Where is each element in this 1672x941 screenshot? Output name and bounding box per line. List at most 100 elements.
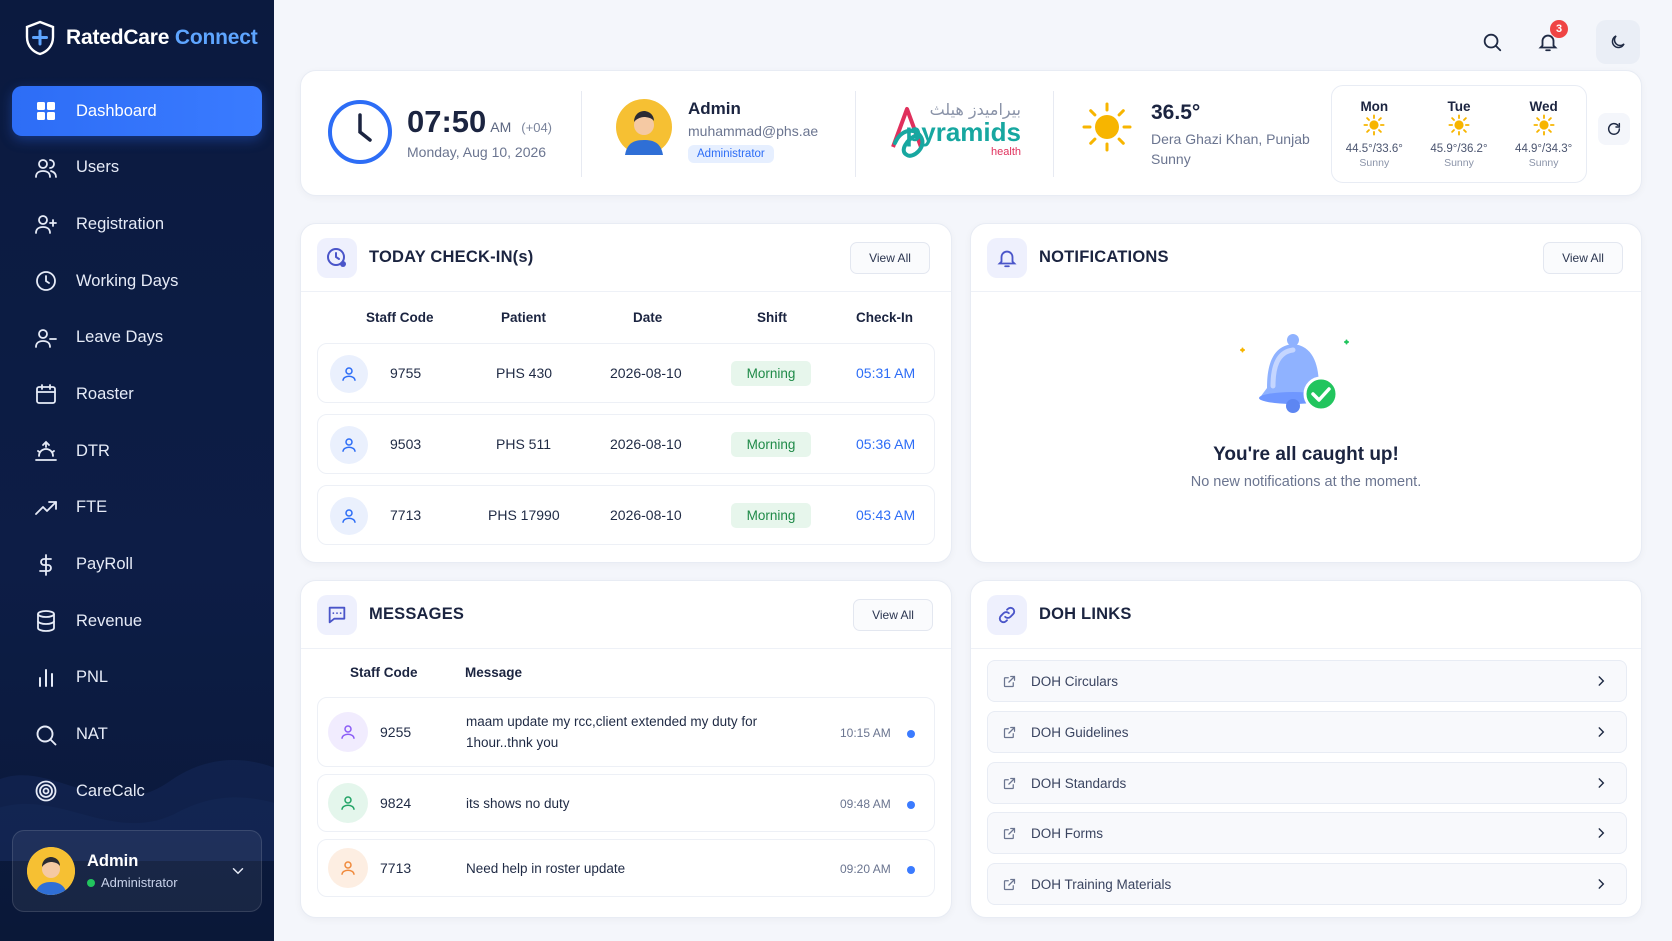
sidebar-item-dashboard[interactable]: Dashboard	[12, 86, 262, 136]
sidebar-item-carecalc[interactable]: CareCalc	[12, 766, 262, 816]
sidebar-item-label: Roaster	[76, 384, 134, 403]
unread-dot	[907, 730, 915, 738]
brand[interactable]: RatedCare Connect	[24, 20, 258, 56]
search-icon	[36, 725, 57, 746]
sidebar-item-label: PNL	[76, 668, 109, 687]
admin-email: muhammad@phs.ae	[688, 123, 819, 139]
forecast-day: Mon 44.5°/33.6° Sunny	[1345, 99, 1403, 169]
weather-condition: Sunny	[1151, 151, 1191, 167]
staff-code: 9503	[390, 436, 422, 452]
bell-check-illustration	[1240, 334, 1349, 413]
chevron-down-icon[interactable]	[229, 862, 247, 880]
link-label: DOH Training Materials	[1031, 876, 1172, 892]
table-row[interactable]: 9503 PHS 511 2026-08-10 Morning 05:36 AM	[317, 414, 935, 474]
doh-link-forms[interactable]: DOH Forms	[987, 812, 1627, 854]
notifications-header: NOTIFICATIONS View All	[971, 224, 1641, 292]
sun-icon	[1363, 114, 1385, 136]
search-button[interactable]	[1470, 20, 1514, 64]
current-date: Monday, Aug 10, 2026	[407, 144, 547, 160]
sidebar-item-revenue[interactable]: Revenue	[12, 596, 262, 646]
database-icon	[37, 610, 55, 633]
section-title: DOH LINKS	[1039, 605, 1132, 623]
doh-link-training-materials[interactable]: DOH Training Materials	[987, 863, 1627, 905]
section-title: NOTIFICATIONS	[1039, 248, 1169, 266]
header-card: 07:50 AM (+04) Monday, Aug 10, 2026 Admin …	[300, 70, 1642, 196]
time-ampm: AM	[490, 119, 512, 135]
admin-avatar	[616, 99, 672, 155]
column-header: Check-In	[856, 310, 914, 325]
sidebar-nav: Dashboard Users Registration Working Day…	[12, 86, 262, 823]
unread-dot	[907, 801, 915, 809]
notifications-view-all-button[interactable]: View All	[1543, 242, 1623, 274]
dollar-icon	[39, 553, 52, 576]
message-row[interactable]: 7713 Need help in roster update 09:20 AM	[317, 839, 935, 897]
checkins-view-all-button[interactable]: View All	[850, 242, 930, 274]
sidebar-item-payroll[interactable]: PayRoll	[12, 540, 262, 590]
theme-toggle-button[interactable]	[1596, 20, 1640, 64]
divider	[581, 91, 582, 177]
date: 2026-08-10	[610, 365, 682, 381]
patient: PHS 511	[496, 436, 551, 452]
refresh-icon	[1607, 122, 1621, 135]
table-row[interactable]: 7713 PHS 17990 2026-08-10 Morning 05:43 …	[317, 485, 935, 545]
divider	[855, 91, 856, 177]
sidebar-item-users[interactable]: Users	[12, 143, 262, 193]
temperature: 36.5°	[1151, 101, 1201, 124]
link-label: DOH Standards	[1031, 775, 1127, 791]
avatar	[27, 847, 75, 895]
sidebar-item-dtr[interactable]: DTR	[12, 426, 262, 476]
sidebar-item-nat[interactable]: NAT	[12, 710, 262, 760]
dashboard-icon	[37, 102, 55, 120]
message-row[interactable]: 9255 maam update my rcc,client extended …	[317, 697, 935, 767]
bell-icon	[987, 238, 1027, 278]
doh-link-circulars[interactable]: DOH Circulars	[987, 660, 1627, 702]
moon-icon	[1611, 35, 1625, 49]
doh-link-guidelines[interactable]: DOH Guidelines	[987, 711, 1627, 753]
weather-widget: 36.5° Dera Ghazi Khan, Punjab Sunny	[1081, 101, 1310, 167]
column-header: Message	[465, 665, 523, 680]
notifications-button[interactable]: 3	[1526, 20, 1570, 64]
doh-links-card: DOH LINKS DOH Circulars DOH Guidelines D…	[970, 580, 1642, 918]
sidebar-item-pnl[interactable]: PNL	[12, 653, 262, 703]
sidebar-item-registration[interactable]: Registration	[12, 199, 262, 249]
message-row[interactable]: 9824 its shows no duty 09:48 AM	[317, 774, 935, 832]
sidebar-item-label: Dashboard	[76, 101, 157, 120]
messages-view-all-button[interactable]: View All	[853, 599, 933, 631]
sidebar-item-roaster[interactable]: Roaster	[12, 369, 262, 419]
divider	[1053, 91, 1054, 177]
sidebar-item-label: Registration	[76, 214, 165, 233]
chevron-right-icon	[1598, 778, 1605, 788]
checkin-time: 05:43 AM	[856, 507, 916, 523]
sidebar-item-leave-days[interactable]: Leave Days	[12, 313, 262, 363]
checkin-time: 05:31 AM	[856, 365, 916, 381]
refresh-weather-button[interactable]	[1598, 113, 1630, 145]
column-header: Staff Code	[366, 310, 434, 325]
messages-header: MESSAGES View All	[301, 581, 951, 649]
staff-code: 9255	[380, 724, 412, 740]
link-icon	[987, 595, 1027, 635]
sunrise-icon	[35, 440, 57, 462]
staff-code: 7713	[380, 860, 412, 876]
chevron-right-icon	[1598, 828, 1605, 838]
shift-badge: Morning	[731, 503, 811, 528]
weather-forecast: Mon 44.5°/33.6° Sunny Tue 45.9°/36.2° Su…	[1331, 85, 1587, 183]
sidebar-item-working-days[interactable]: Working Days	[12, 256, 262, 306]
shift-badge: Morning	[731, 432, 811, 457]
clock-icon	[36, 271, 56, 291]
profile-role: Administrator	[87, 875, 178, 890]
empty-state-subtitle: No new notifications at the moment.	[1190, 474, 1422, 490]
sidebar-item-fte[interactable]: FTE	[12, 483, 262, 533]
sidebar-profile[interactable]: Admin Administrator	[12, 830, 262, 912]
profile-name: Admin	[87, 852, 139, 870]
admin-name: Admin	[688, 99, 741, 118]
sun-icon	[1082, 102, 1132, 152]
sidebar-item-label: NAT	[76, 725, 108, 744]
doh-link-standards[interactable]: DOH Standards	[987, 762, 1627, 804]
link-label: DOH Circulars	[1031, 673, 1119, 689]
table-row[interactable]: 9755 PHS 430 2026-08-10 Morning 05:31 AM	[317, 343, 935, 403]
calendar-icon	[36, 384, 56, 405]
user-minus-icon	[35, 328, 57, 348]
column-header: Staff Code	[350, 665, 418, 680]
column-header: Shift	[757, 310, 787, 325]
target-icon	[35, 780, 57, 802]
